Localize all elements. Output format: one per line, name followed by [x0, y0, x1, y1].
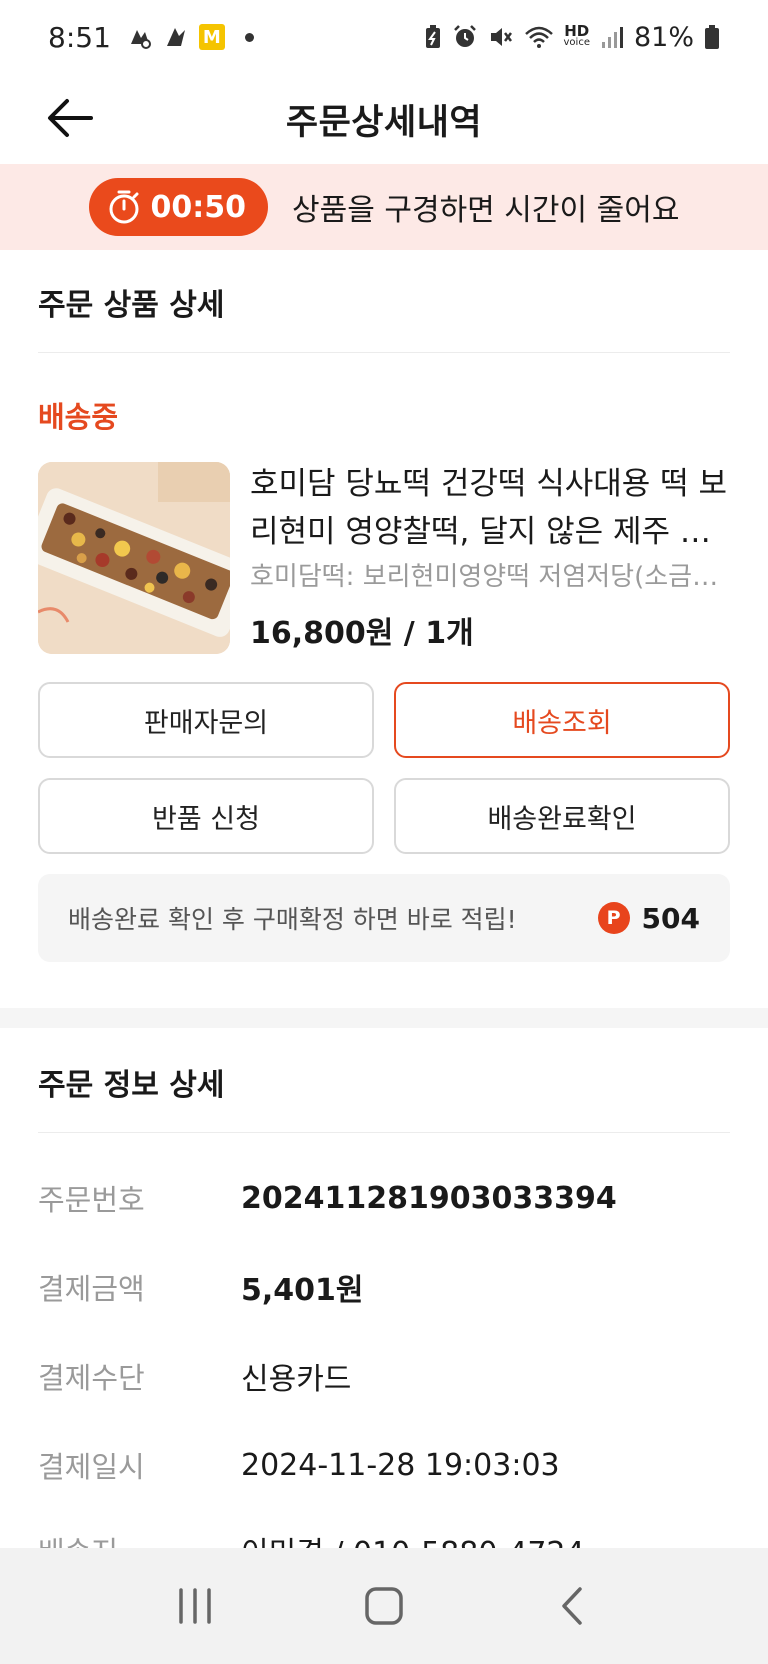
points-amount: P 504	[597, 901, 700, 935]
order-number-value: 20241128190303339​4	[241, 1180, 617, 1216]
battery-saver-icon	[424, 24, 442, 50]
header: 주문상세내역	[0, 74, 768, 164]
info-label: 결제금액	[38, 1272, 145, 1306]
signal-icon	[600, 24, 624, 50]
payment-date-row: 결제일시 2024-11-28 19:03:03	[38, 1445, 730, 1485]
system-nav-bar	[0, 1548, 768, 1664]
hd-voice-icon: HD voice	[563, 22, 590, 49]
product-name[interactable]: 호미담 당뇨떡 건강떡 식사대용 떡 보리현미 영양찰떡, 달지 않은 제주 …	[250, 460, 732, 556]
app-notification-icon	[163, 24, 189, 50]
home-button[interactable]	[339, 1571, 429, 1641]
battery-icon	[704, 24, 720, 50]
app-notification-icon	[127, 24, 153, 50]
confirm-delivery-button[interactable]: 배송완료확인	[394, 778, 730, 854]
payment-amount-row: 결제금액 5,401원	[38, 1267, 730, 1308]
status-time: 8:51	[48, 20, 111, 54]
timer-pill: 00:50	[88, 178, 269, 236]
order-number-row: 주문번호 20241128190303339​4	[38, 1178, 730, 1218]
info-label: 결제수단	[38, 1361, 145, 1395]
points-notice-text: 배송완료 확인 후 구매확정 하면 바로 적립!	[68, 905, 517, 934]
order-info-section-title: 주문 정보 상세	[38, 1068, 225, 1103]
page-title: 주문상세내역	[285, 102, 483, 143]
mute-icon	[488, 24, 514, 50]
timer-message: 상품을 구경하면 시간이 줄어요	[292, 193, 680, 228]
product-thumbnail[interactable]	[38, 462, 230, 654]
stopwatch-icon	[109, 190, 139, 224]
points-notice-box: 배송완료 확인 후 구매확정 하면 바로 적립! P 504	[38, 874, 730, 962]
divider	[38, 352, 730, 353]
payment-amount-value: 5,401원	[241, 1273, 364, 1308]
voice-label: voice	[563, 37, 590, 48]
home-icon	[365, 1587, 403, 1625]
system-back-button[interactable]	[528, 1571, 618, 1641]
section-gap	[0, 1008, 768, 1028]
alarm-icon	[452, 24, 478, 50]
back-arrow-icon	[48, 99, 93, 137]
info-label: 주문번호	[38, 1183, 145, 1217]
return-request-button[interactable]: 반품 신청	[38, 778, 374, 854]
track-delivery-button[interactable]: 배송조회	[394, 682, 730, 758]
payment-method-value: 신용카드	[241, 1362, 352, 1397]
status-right: HD voice 81%	[424, 22, 720, 53]
battery-percent: 81%	[633, 21, 694, 53]
chevron-left-icon	[562, 1587, 583, 1625]
product-price: 16,800원 / 1개	[250, 616, 474, 651]
status-bar: 8:51 M HD voice 81%	[0, 0, 768, 74]
product-section-title: 주문 상품 상세	[38, 288, 225, 323]
timer-countdown: 00:50	[150, 189, 247, 225]
recent-apps-button[interactable]	[150, 1571, 240, 1641]
m-badge-icon: M	[198, 24, 225, 50]
recent-apps-icon	[178, 1588, 211, 1624]
back-button[interactable]	[40, 88, 100, 148]
status-left: 8:51 M	[48, 21, 254, 54]
payment-method-row: 결제수단 신용카드	[38, 1356, 730, 1397]
wifi-icon	[524, 24, 554, 50]
point-icon: P	[597, 902, 630, 934]
info-label: 결제일시	[38, 1450, 145, 1484]
seller-inquiry-button[interactable]: 판매자문의	[38, 682, 374, 758]
delivery-status-label: 배송중	[38, 400, 119, 434]
product-image	[38, 462, 230, 654]
hd-label: HD	[564, 22, 590, 40]
payment-date-value: 2024-11-28 19:03:03	[241, 1447, 560, 1483]
divider	[38, 1132, 730, 1133]
points-value: 504	[641, 901, 700, 935]
timer-banner[interactable]: 00:50 상품을 구경하면 시간이 줄어요	[0, 164, 768, 250]
more-notifications-dot	[244, 32, 254, 42]
product-option: 호미담떡: 보리현미영양떡 저염저당(소금…	[250, 562, 719, 592]
